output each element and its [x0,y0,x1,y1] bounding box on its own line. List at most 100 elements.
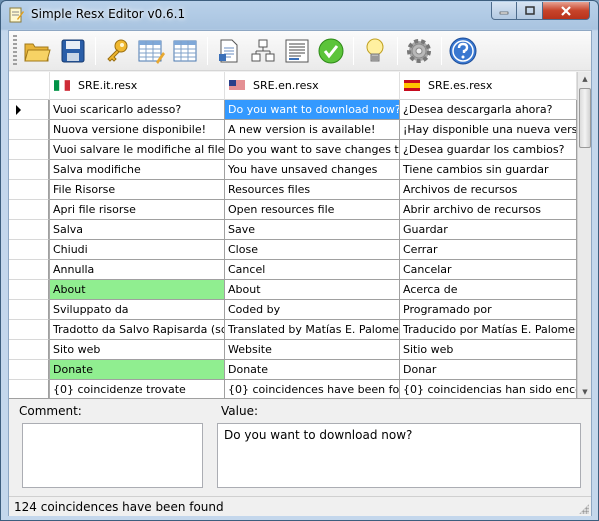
grid-cell[interactable]: Chiudi [50,240,225,260]
grid-cell[interactable]: Website [225,340,400,360]
validate-button[interactable] [315,35,347,67]
grid-cell[interactable]: Vuoi salvare le modifiche al file? [50,140,225,160]
grid-cell[interactable]: You have unsaved changes [225,160,400,180]
row-header[interactable] [9,220,49,240]
grid-cell[interactable]: Do you want to save changes to ... [225,140,400,160]
grid-cell[interactable]: Vuoi scaricarlo adesso? [50,100,225,120]
grid-cell[interactable]: File Risorse [50,180,225,200]
save-button[interactable] [57,35,89,67]
row-header[interactable] [9,340,49,360]
key-button[interactable] [101,35,133,67]
table-edit-button[interactable] [135,35,167,67]
grid-cell[interactable]: ¡Hay disponible una nueva versión! [400,120,577,140]
help-button[interactable] [447,35,479,67]
grid-cell[interactable]: Salva modifiche [50,160,225,180]
grid-cell[interactable]: {0} coincidenze trovate [50,380,225,398]
open-folder-icon [24,43,51,62]
grid-cell[interactable]: Open resources file [225,200,400,220]
row-header[interactable] [9,180,49,200]
grid-cell[interactable]: Salva [50,220,225,240]
grid-cell[interactable]: {0} coincidencias han sido encon... [400,380,577,398]
tree-icon [251,39,275,62]
grid-cell[interactable]: About [50,280,225,300]
grid-cell[interactable]: Annulla [50,260,225,280]
vertical-scrollbar[interactable]: ▲ ▼ [577,72,591,398]
grid-cell[interactable]: Do you want to download now? [225,100,400,120]
grid-cell[interactable]: Translated by Matías E. Palomeq... [225,320,400,340]
row-header[interactable] [9,240,49,260]
grid-cell[interactable]: Save [225,220,400,240]
row-header[interactable] [9,360,49,380]
resize-grip[interactable] [579,504,589,514]
grid-cell[interactable]: Sito web [50,340,225,360]
column-header[interactable]: SRE.es.resx [400,72,577,100]
grid-cell[interactable]: Close [225,240,400,260]
gear-icon [407,39,431,63]
row-header[interactable] [9,280,49,300]
grid-cell[interactable]: Guardar [400,220,577,240]
open-button[interactable] [21,35,53,67]
document-button[interactable] [213,35,245,67]
grid-cell[interactable]: Tradotto da Salvo Rapisarda (sdr... [50,320,225,340]
grid-cell[interactable]: Apri file risorse [50,200,225,220]
grid-cell[interactable]: ¿Desea guardar los cambios? [400,140,577,160]
comment-label: Comment: [19,404,82,418]
grid-cell[interactable]: Acerca de [400,280,577,300]
tip-button[interactable] [359,35,391,67]
grid-cell[interactable]: Abrir archivo de recursos [400,200,577,220]
grid-cell[interactable]: Resources files [225,180,400,200]
grid-cell[interactable]: A new version is available! [225,120,400,140]
grid-cell[interactable]: Archivos de recursos [400,180,577,200]
grid-corner-header [9,72,50,100]
close-button[interactable] [543,2,590,20]
row-header[interactable] [9,200,49,220]
column-header[interactable]: SRE.it.resx [50,72,225,100]
grid-cell[interactable]: Tiene cambios sin guardar [400,160,577,180]
grid-cell[interactable]: Coded by [225,300,400,320]
toolbar-separator [397,37,398,65]
grid-cell[interactable]: Cancel [225,260,400,280]
table-edit-icon [138,40,165,64]
grid-cell[interactable]: Donate [50,360,225,380]
scroll-up-icon[interactable]: ▲ [578,72,591,86]
value-field[interactable]: Do you want to download now? [217,423,581,488]
tree-button[interactable] [247,35,279,67]
maximize-button[interactable] [517,2,543,20]
toolbar-grip[interactable] [13,35,17,67]
column-header-label: SRE.es.resx [428,79,493,92]
grid-cell[interactable]: Traducido por Matías E. Palome... [400,320,577,340]
grid-cell[interactable]: About [225,280,400,300]
grid-cell[interactable]: Programado por [400,300,577,320]
grid-cell[interactable]: Cancelar [400,260,577,280]
row-header[interactable] [9,380,49,398]
grid-cell[interactable]: Nuova versione disponibile! [50,120,225,140]
row-header[interactable] [9,120,49,140]
title-bar[interactable]: Simple Resx Editor v0.6.1 [1,1,598,29]
row-header[interactable] [9,300,49,320]
grid-cell[interactable]: Donate [225,360,400,380]
row-header[interactable] [9,100,49,120]
key-icon [107,39,128,62]
close-icon [561,5,571,16]
row-header[interactable] [9,160,49,180]
table-button[interactable] [169,35,201,67]
text-document-button[interactable] [281,35,313,67]
grid-cell[interactable]: Sviluppato da [50,300,225,320]
table-icon [173,40,197,62]
grid-cell[interactable]: ¿Desea descargarla ahora? [400,100,577,120]
flag-it-icon [54,80,70,91]
settings-button[interactable] [403,35,435,67]
scroll-down-icon[interactable]: ▼ [578,385,591,398]
resource-grid[interactable]: SRE.it.resx SRE.en.resx SRE.es.resx Vuoi sc… [9,72,591,399]
row-header[interactable] [9,260,49,280]
row-header[interactable] [9,320,49,340]
grid-cell[interactable]: Donar [400,360,577,380]
grid-cell[interactable]: {0} coincidences have been found [225,380,400,398]
grid-cell[interactable]: Cerrar [400,240,577,260]
scroll-thumb[interactable] [579,88,591,148]
grid-cell[interactable]: Sitio web [400,340,577,360]
comment-field[interactable] [22,423,203,488]
column-header[interactable]: SRE.en.resx [225,72,400,100]
minimize-button[interactable] [491,2,517,20]
row-header[interactable] [9,140,49,160]
